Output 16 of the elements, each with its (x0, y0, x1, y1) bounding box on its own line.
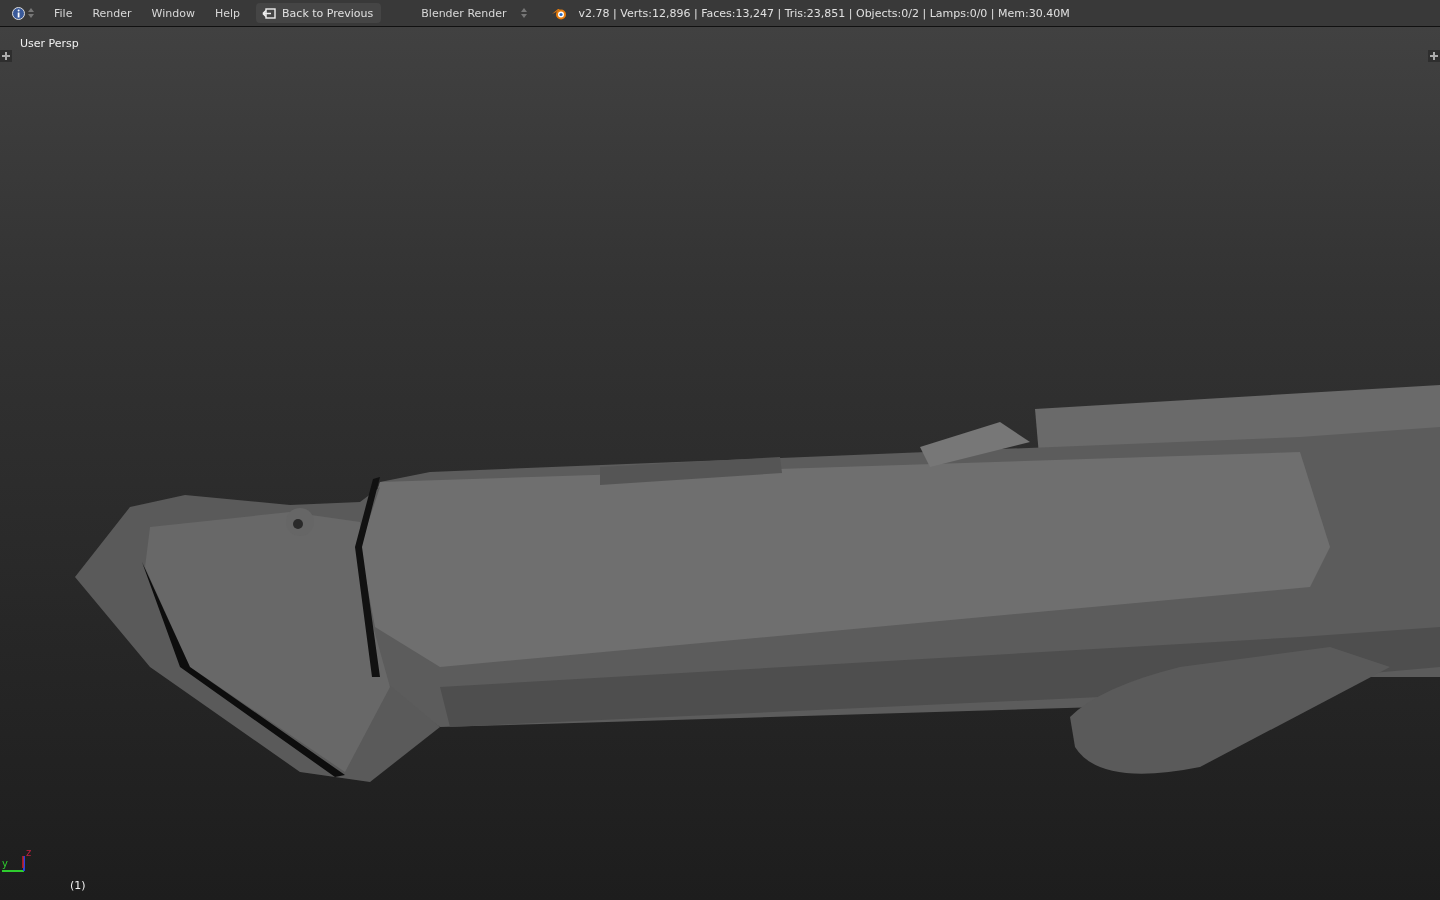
expand-plus-icon[interactable] (0, 50, 12, 62)
z-axis-label: z (26, 847, 32, 858)
y-axis-label: y (2, 858, 8, 869)
menu-item[interactable]: File (44, 6, 83, 20)
menu-item[interactable]: Render (82, 6, 142, 20)
view-name-label: User Persp (20, 37, 79, 50)
back-to-previous-button[interactable]: Back to Previous (256, 3, 382, 23)
frame-number: (1) (70, 879, 86, 892)
render-engine-dropdown[interactable]: Blender Render (417, 3, 531, 23)
expand-plus-icon[interactable] (1428, 50, 1440, 62)
menu-item[interactable]: Window (141, 6, 205, 20)
updown-arrows-icon (520, 7, 527, 19)
updown-arrows-icon (28, 7, 34, 19)
menu-item[interactable]: Help (204, 6, 251, 20)
scene-statistics: v2.78 | Verts:12,896 | Faces:13,247 | Tris:23,851 | Objects:0/2 | Lamps:0/0 | Mem:30.40M (578, 6, 1070, 20)
info-icon[interactable] (12, 6, 25, 20)
